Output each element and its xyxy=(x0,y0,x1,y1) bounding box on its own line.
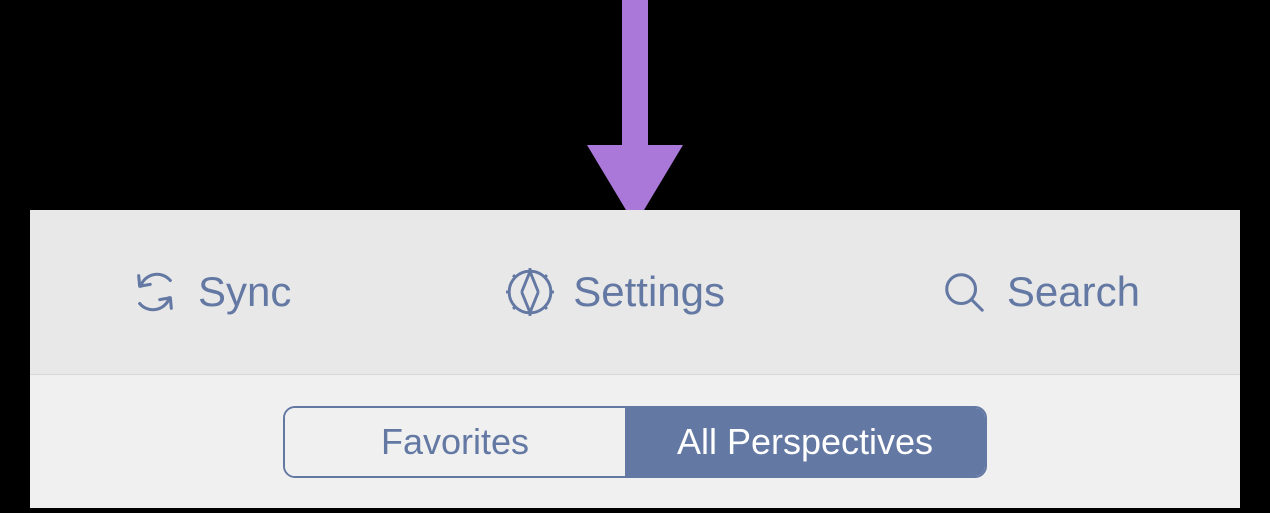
search-label: Search xyxy=(1007,268,1140,316)
search-icon xyxy=(939,267,989,317)
sync-label: Sync xyxy=(198,268,291,316)
search-button[interactable]: Search xyxy=(939,267,1140,317)
settings-label: Settings xyxy=(573,268,725,316)
app-panel: Sync Set xyxy=(30,210,1240,508)
gear-icon xyxy=(505,267,555,317)
segmented-control: Favorites All Perspectives xyxy=(283,406,987,478)
tab-favorites[interactable]: Favorites xyxy=(285,408,625,476)
toolbar: Sync Set xyxy=(30,210,1240,375)
tab-all-perspectives-label: All Perspectives xyxy=(677,421,933,463)
annotation-arrow xyxy=(575,0,695,230)
tab-favorites-label: Favorites xyxy=(381,421,529,463)
sync-icon xyxy=(130,267,180,317)
tab-all-perspectives[interactable]: All Perspectives xyxy=(625,408,985,476)
sync-button[interactable]: Sync xyxy=(130,267,291,317)
settings-button[interactable]: Settings xyxy=(505,267,725,317)
segment-bar: Favorites All Perspectives xyxy=(30,375,1240,508)
